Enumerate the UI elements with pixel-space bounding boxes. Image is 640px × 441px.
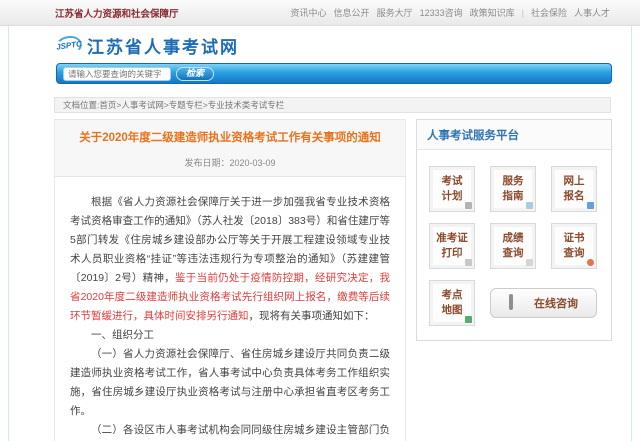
service-platform-title: 人事考试服务平台 bbox=[417, 120, 611, 150]
admission-ticket-print-button[interactable]: 准考证 打印 bbox=[429, 223, 475, 269]
topbar-divider: | bbox=[521, 7, 524, 18]
paragraph-item2: （二）各设区市人事考试机构会同同级住房城乡建设主管部门负责考试报名和考前资格抽查… bbox=[91, 424, 390, 437]
paragraph-item1: （一）省人力资源社会保障厅、省住房城乡建设厅共同负责二级建造师执业资格考试工作，… bbox=[70, 348, 390, 418]
topbar-link-talent[interactable]: 人事人才 bbox=[574, 6, 610, 19]
printer-icon bbox=[465, 259, 472, 266]
topbar-link-info[interactable]: 信息公开 bbox=[334, 6, 370, 19]
admission-ticket-label-line2: 打印 bbox=[441, 247, 463, 259]
topbar-link-service-hall[interactable]: 服务大厅 bbox=[377, 6, 413, 19]
online-consult-button[interactable]: 在线咨询 bbox=[490, 288, 597, 318]
exam-plan-label-line2: 计划 bbox=[441, 190, 463, 202]
result-icon bbox=[526, 259, 533, 266]
admission-ticket-label-line1: 准考证 bbox=[436, 232, 468, 244]
guide-icon bbox=[526, 202, 533, 209]
online-consult-label: 在线咨询 bbox=[534, 298, 578, 310]
exam-site-map-label-line2: 地图 bbox=[441, 304, 463, 316]
exam-plan-label-line1: 考试 bbox=[441, 175, 463, 187]
certificate-inquiry-label-line1: 证书 bbox=[563, 232, 585, 244]
section-heading: 一、组织分工 bbox=[91, 329, 154, 342]
site-title[interactable]: 江苏省人事考试网 bbox=[87, 33, 239, 58]
topbar-links: 资讯中心 信息公开 服务大厅 12333咨询 政策知识库 | 社会保险 人事人才 bbox=[291, 6, 610, 19]
site-header: JSPTC 江苏省人事考试网 bbox=[9, 26, 631, 63]
pencil-icon bbox=[465, 202, 472, 209]
online-registration-label-line2: 报名 bbox=[563, 190, 585, 202]
online-registration-label-line1: 网上 bbox=[563, 175, 585, 187]
exam-site-map-label-line1: 考点 bbox=[441, 289, 463, 301]
search-bar: 检索 bbox=[56, 63, 612, 84]
search-input[interactable] bbox=[63, 66, 171, 81]
map-icon bbox=[465, 316, 472, 323]
search-button[interactable]: 检索 bbox=[176, 66, 215, 81]
intro-text-part2: ，现将有关事项通知如下： bbox=[248, 310, 375, 323]
topbar-link-12333[interactable]: 12333咨询 bbox=[420, 6, 463, 19]
publish-date: 发布日期：2020-03-09 bbox=[184, 158, 276, 169]
certificate-inquiry-button[interactable]: 证书 查询 bbox=[551, 223, 597, 269]
score-inquiry-label-line1: 成绩 bbox=[502, 232, 524, 244]
online-registration-button[interactable]: 网上 报名 bbox=[551, 166, 597, 212]
paragraph-intro: 根据《省人力资源社会保障厅关于进一步加强我省专业技术资格考试资格审查工作的通知》… bbox=[70, 193, 390, 326]
page-container: JSPTC 江苏省人事考试网 检索 文档位置:首页>人事考试网>专题专栏>专业技… bbox=[8, 26, 632, 441]
topbar-link-news[interactable]: 资讯中心 bbox=[291, 6, 327, 19]
score-inquiry-label-line2: 查询 bbox=[502, 247, 524, 259]
department-link[interactable]: 江苏省人力资源和社会保障厅 bbox=[55, 6, 179, 20]
topbar-link-social-insurance[interactable]: 社会保险 bbox=[531, 6, 567, 19]
main-content: 关于2020年度二级建造师执业资格考试工作有关事项的通知 发布日期：2020-0… bbox=[54, 119, 631, 441]
service-button-grid: 考试 计划 服务 指南 网上 报名 准考证 打印 成绩 查询 证书 查询 考点 … bbox=[417, 150, 611, 340]
article-header: 关于2020年度二级建造师执业资格考试工作有关事项的通知 发布日期：2020-0… bbox=[55, 120, 405, 178]
seal-icon bbox=[587, 259, 594, 266]
article-body: 根据《省人力资源社会保障厅关于进一步加强我省专业技术资格考试资格审查工作的通知》… bbox=[55, 177, 405, 441]
computer-icon bbox=[509, 293, 527, 311]
topbar-link-policy[interactable]: 政策知识库 bbox=[470, 6, 515, 19]
exam-site-map-button[interactable]: 考点 地图 bbox=[429, 280, 475, 326]
service-platform-panel: 人事考试服务平台 考试 计划 服务 指南 网上 报名 准考证 打印 成绩 查询 … bbox=[416, 119, 612, 341]
score-inquiry-button[interactable]: 成绩 查询 bbox=[490, 223, 536, 269]
service-guide-label-line1: 服务 bbox=[502, 175, 524, 187]
service-guide-label-line2: 指南 bbox=[502, 190, 524, 202]
card-icon bbox=[587, 202, 594, 209]
article-title: 关于2020年度二级建造师执业资格考试工作有关事项的通知 bbox=[79, 132, 381, 144]
certificate-inquiry-label-line2: 查询 bbox=[563, 247, 585, 259]
exam-plan-button[interactable]: 考试 计划 bbox=[429, 166, 475, 212]
service-guide-button[interactable]: 服务 指南 bbox=[490, 166, 536, 212]
top-utility-bar: 江苏省人力资源和社会保障厅 资讯中心 信息公开 服务大厅 12333咨询 政策知… bbox=[0, 0, 640, 26]
breadcrumb: 文档位置:首页>人事考试网>专题专栏>专业技术类考试专栏 bbox=[54, 97, 611, 113]
jsptc-logo-icon: JSPTC bbox=[54, 34, 84, 57]
article-panel: 关于2020年度二级建造师执业资格考试工作有关事项的通知 发布日期：2020-0… bbox=[54, 119, 406, 441]
